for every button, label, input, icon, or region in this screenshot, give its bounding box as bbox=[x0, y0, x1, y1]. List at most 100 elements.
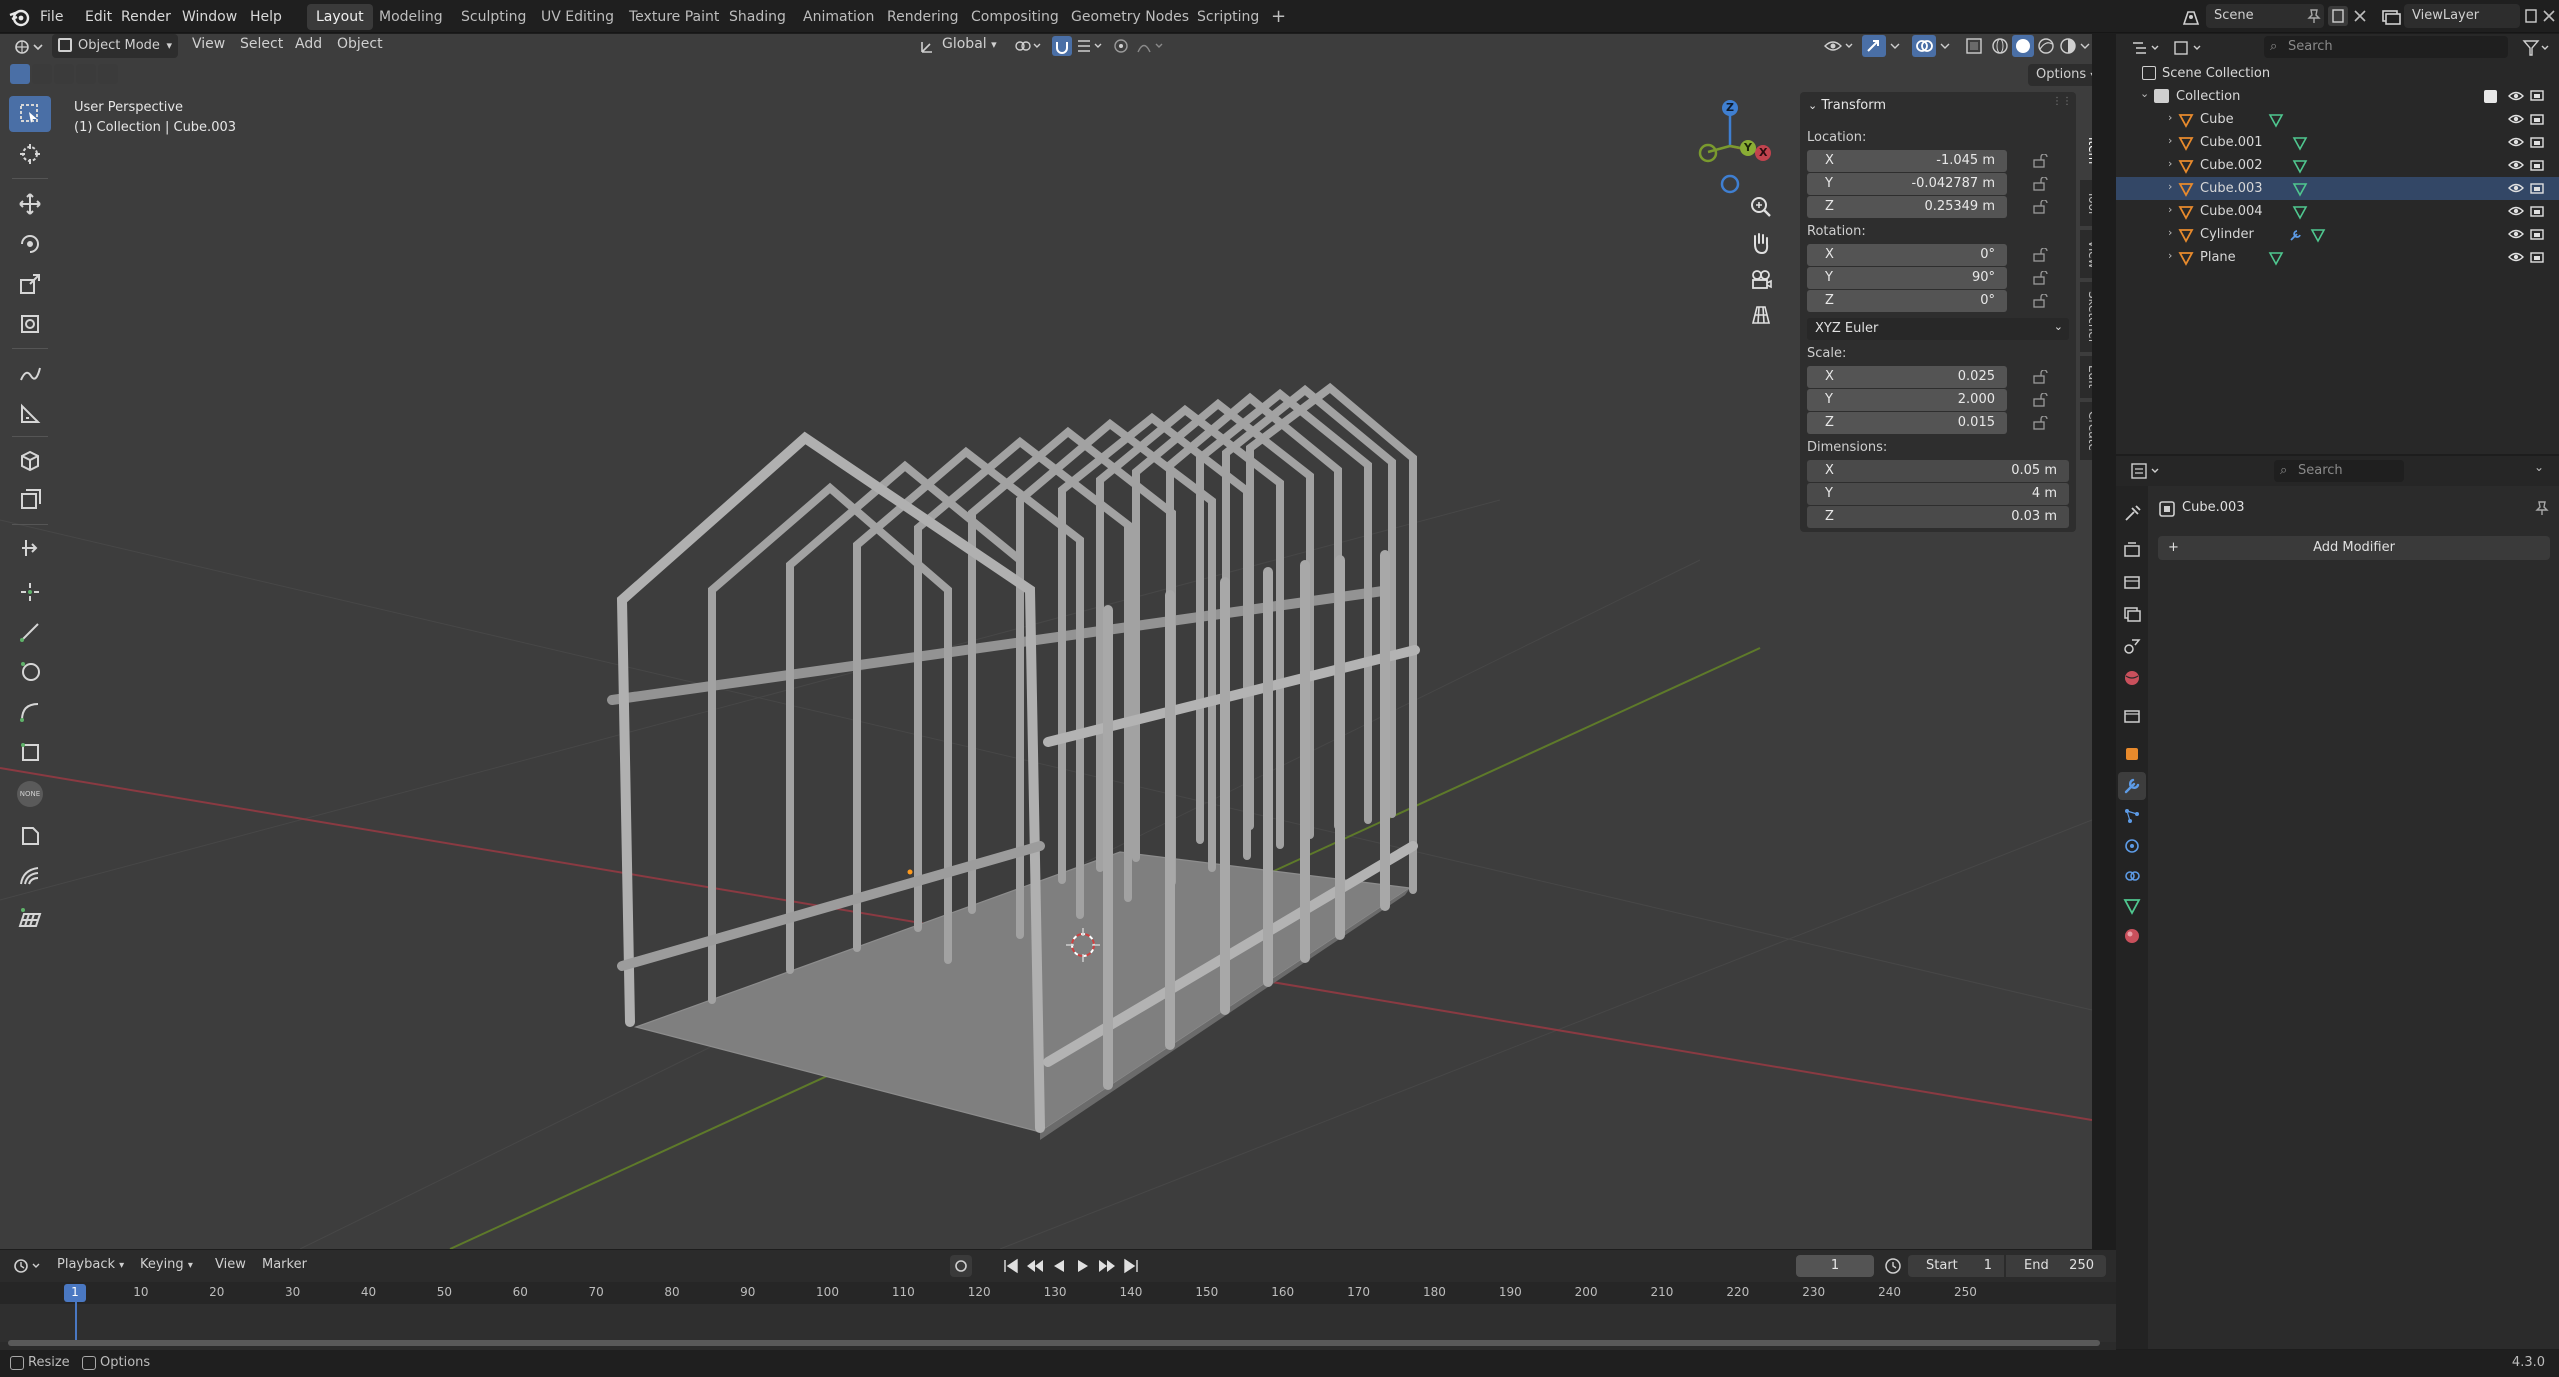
end-frame-field[interactable]: End 250 bbox=[2006, 1255, 2106, 1277]
draw-circle-tool[interactable] bbox=[9, 654, 51, 690]
collection-row[interactable]: ⌄ Collection bbox=[2116, 85, 2559, 108]
dimensions-z-field[interactable]: Z 0.03 m bbox=[1807, 506, 2069, 528]
selection-mode-buttons[interactable] bbox=[10, 64, 120, 84]
record-icon[interactable] bbox=[950, 1255, 972, 1277]
data-properties-icon[interactable] bbox=[2122, 896, 2142, 916]
mesh-data-icon[interactable] bbox=[2292, 135, 2308, 151]
delete-scene-icon[interactable] bbox=[2350, 6, 2370, 26]
shading-material-icon[interactable] bbox=[2036, 36, 2056, 56]
add-workspace-button[interactable]: + bbox=[1262, 4, 1295, 30]
jump-start-icon[interactable] bbox=[1000, 1255, 1022, 1277]
chevron-right-icon[interactable]: › bbox=[2168, 157, 2172, 170]
lock-icon[interactable] bbox=[2032, 294, 2048, 308]
tab-edit[interactable]: Edit bbox=[2080, 356, 2092, 398]
lock-icon[interactable] bbox=[2032, 248, 2048, 262]
eye-icon[interactable] bbox=[2508, 136, 2524, 148]
camera-icon[interactable] bbox=[2530, 88, 2544, 102]
outliner-row-cube[interactable]: › Cube bbox=[2116, 108, 2559, 131]
shading-solid-icon[interactable] bbox=[2012, 35, 2034, 57]
vertex-slide-tool[interactable] bbox=[9, 530, 51, 566]
editor-type-icon[interactable] bbox=[12, 36, 46, 58]
rotation-mode-dropdown[interactable]: XYZ Euler ⌄ bbox=[1807, 318, 2069, 340]
tab-geometry-nodes[interactable]: Geometry Nodes bbox=[1062, 4, 1198, 30]
start-frame-field[interactable]: Start 1 bbox=[1908, 1255, 2004, 1277]
eye-icon[interactable] bbox=[2508, 113, 2524, 125]
3d-viewport[interactable]: Object Mode ▾ View Select Add Object Glo… bbox=[0, 34, 2092, 1249]
menu-add[interactable]: Add bbox=[295, 36, 322, 52]
tab-uv-editing[interactable]: UV Editing bbox=[532, 4, 623, 30]
chevron-right-icon[interactable]: › bbox=[2168, 226, 2172, 239]
chevron-right-icon[interactable]: › bbox=[2168, 249, 2172, 262]
extrude-tool[interactable] bbox=[9, 858, 51, 894]
grid-fill-tool[interactable] bbox=[9, 900, 51, 936]
modifier-properties-tab[interactable] bbox=[2118, 772, 2146, 800]
new-scene-icon[interactable] bbox=[2328, 6, 2348, 26]
camera-view-icon[interactable] bbox=[1748, 266, 1774, 292]
mesh-data-icon[interactable] bbox=[2268, 250, 2284, 266]
tab-shading[interactable]: Shading bbox=[720, 4, 795, 30]
menu-edit[interactable]: Edit bbox=[79, 6, 118, 28]
chevron-right-icon[interactable]: › bbox=[2168, 203, 2172, 216]
current-frame-field[interactable]: 1 bbox=[1796, 1255, 1874, 1277]
play-icon[interactable] bbox=[1072, 1255, 1094, 1277]
none-tool[interactable]: NONE bbox=[9, 776, 51, 812]
object-properties-icon[interactable] bbox=[2122, 744, 2142, 764]
options-dropdown[interactable]: Options ▾ bbox=[2028, 64, 2092, 86]
physics-properties-icon[interactable] bbox=[2122, 836, 2142, 856]
mesh-data-icon[interactable] bbox=[2292, 204, 2308, 220]
add-cube-tool[interactable] bbox=[9, 442, 51, 478]
dimensions-y-field[interactable]: Y 4 m bbox=[1807, 483, 2069, 505]
chevron-down-icon[interactable]: ⌄ bbox=[2534, 460, 2544, 474]
location-y-field[interactable]: Y -0.042787 m bbox=[1807, 173, 2007, 195]
rotation-y-field[interactable]: Y 90° bbox=[1807, 267, 2007, 289]
tab-animation[interactable]: Animation bbox=[794, 4, 883, 30]
location-x-field[interactable]: X -1.045 m bbox=[1807, 150, 2007, 172]
shading-dropdown-icon[interactable] bbox=[2078, 37, 2092, 55]
transform-tool[interactable] bbox=[9, 306, 51, 342]
eye-icon[interactable] bbox=[2508, 251, 2524, 263]
snap-target-icon[interactable] bbox=[1076, 37, 1106, 55]
scale-z-field[interactable]: Z 0.015 bbox=[1807, 412, 2007, 434]
tab-create[interactable]: Create bbox=[2080, 402, 2092, 460]
select-box-tool[interactable] bbox=[9, 96, 51, 132]
scene-properties-icon[interactable] bbox=[2122, 636, 2142, 656]
filter-icon[interactable] bbox=[2522, 38, 2552, 58]
lock-icon[interactable] bbox=[2032, 177, 2048, 191]
jump-keyframe-forward-icon[interactable] bbox=[1096, 1255, 1118, 1277]
eye-icon[interactable] bbox=[2508, 205, 2524, 217]
overlay-dropdown-icon[interactable] bbox=[1938, 37, 1952, 55]
tool-properties-icon[interactable] bbox=[2122, 504, 2142, 524]
select-extend-icon[interactable] bbox=[32, 64, 52, 84]
draw-arc-tool[interactable] bbox=[9, 694, 51, 730]
display-mode-icon[interactable] bbox=[2172, 38, 2206, 58]
scene-icon[interactable] bbox=[2180, 6, 2202, 28]
new-view-layer-icon[interactable] bbox=[2522, 6, 2540, 26]
eye-icon[interactable] bbox=[2508, 159, 2524, 171]
mesh-data-icon[interactable] bbox=[2310, 227, 2326, 243]
scale-tool[interactable] bbox=[9, 266, 51, 302]
outliner-row-cube-002[interactable]: › Cube.002 bbox=[2116, 154, 2559, 177]
mesh-data-icon[interactable] bbox=[2292, 158, 2308, 174]
camera-icon[interactable] bbox=[2530, 158, 2544, 172]
clock-icon[interactable] bbox=[1884, 1257, 1902, 1275]
annotate-tool[interactable] bbox=[9, 356, 51, 392]
pin-scene-icon[interactable] bbox=[2306, 8, 2322, 24]
delete-view-layer-icon[interactable] bbox=[2540, 6, 2558, 26]
menu-file[interactable]: File bbox=[34, 6, 69, 28]
transform-orientation-dropdown[interactable]: Global ▾ bbox=[942, 36, 997, 52]
draw-rectangle-tool[interactable] bbox=[9, 734, 51, 770]
tab-item[interactable]: Item bbox=[2080, 126, 2092, 176]
menu-view[interactable]: View bbox=[192, 36, 225, 52]
select-intersect-icon[interactable] bbox=[98, 64, 118, 84]
playhead[interactable]: 1 bbox=[64, 1284, 86, 1302]
select-new-icon[interactable] bbox=[10, 64, 30, 84]
select-subtract-icon[interactable] bbox=[54, 64, 74, 84]
lock-icon[interactable] bbox=[2032, 393, 2048, 407]
xray-toggle-icon[interactable] bbox=[1964, 36, 1984, 56]
dimensions-x-field[interactable]: X 0.05 m bbox=[1807, 460, 2069, 482]
mesh-data-icon[interactable] bbox=[2268, 112, 2284, 128]
falloff-icon[interactable] bbox=[1136, 37, 1168, 55]
tab-sketcher[interactable]: Sketcher bbox=[2080, 282, 2092, 352]
menu-keying[interactable]: Keying ▾ bbox=[140, 1257, 193, 1272]
eye-icon[interactable] bbox=[2508, 182, 2524, 194]
